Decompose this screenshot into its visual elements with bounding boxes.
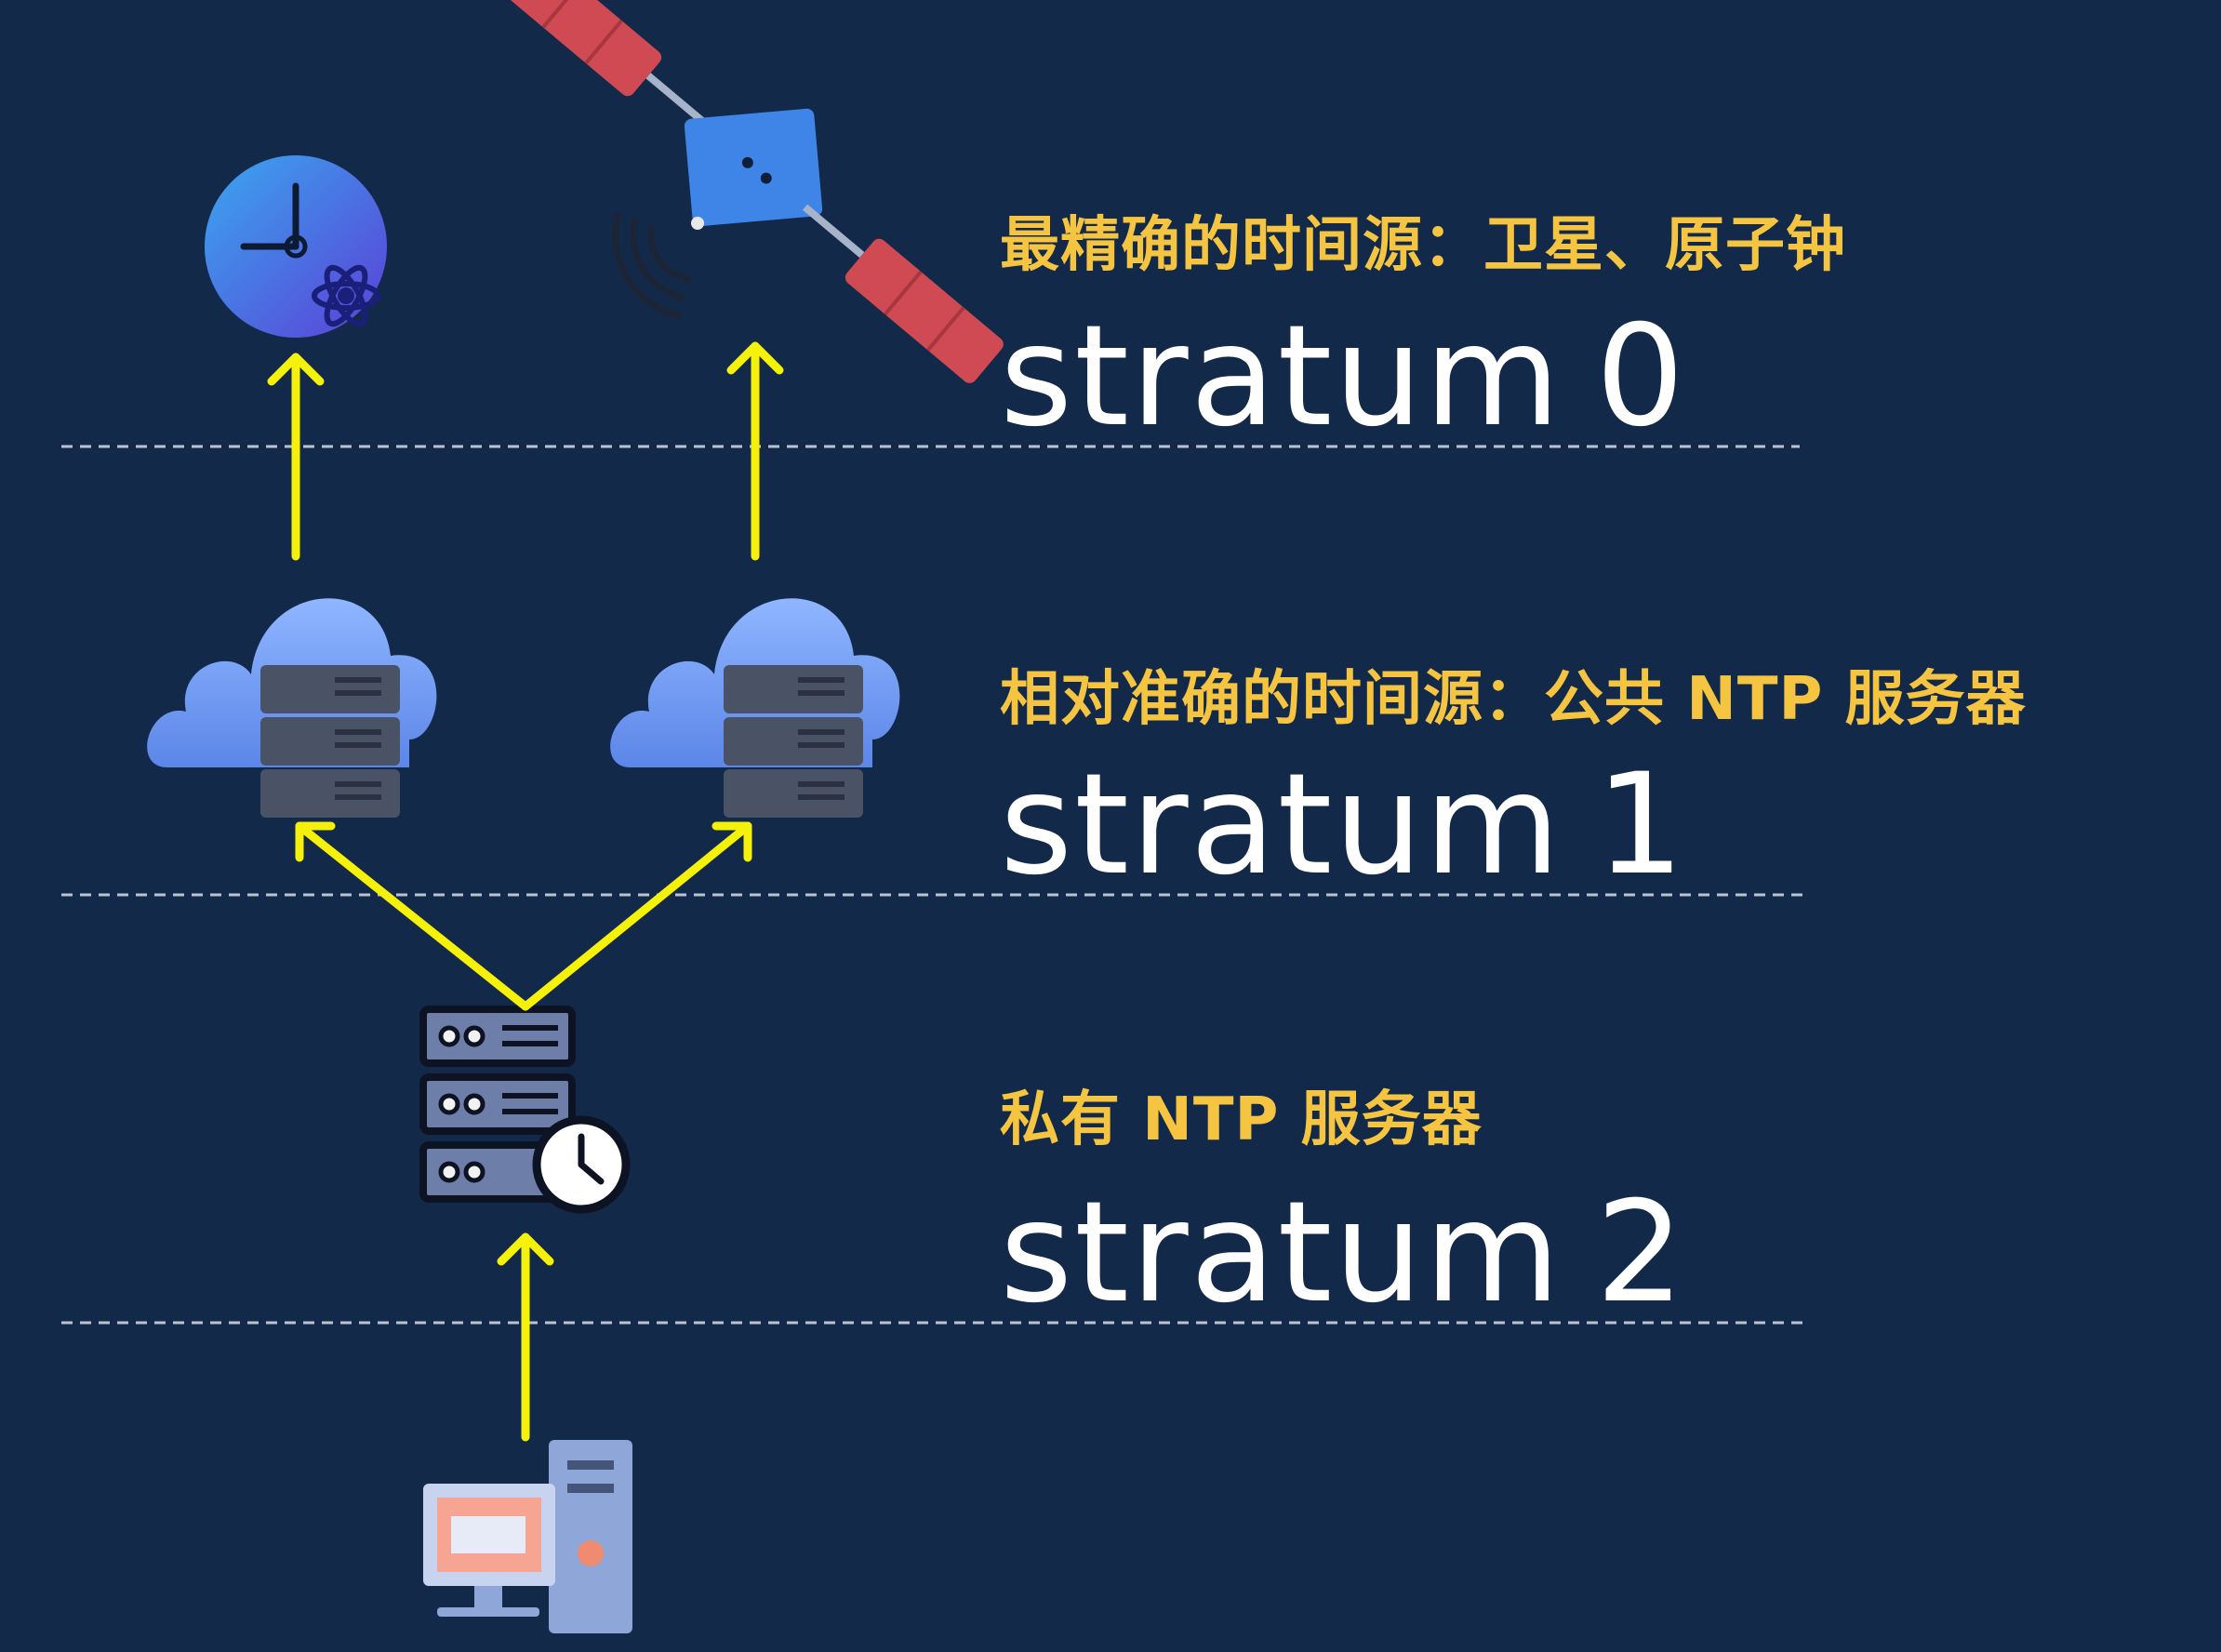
stratum-1-number: 1 (1595, 744, 1686, 906)
stratum-2-description: 私有 NTP 服务器 (1000, 1086, 1483, 1154)
stratum-2-number: 2 (1595, 1172, 1686, 1334)
stratum-0-word: stratum (1000, 296, 1563, 458)
stratum-0-description: 最精确的时间源：卫星、原子钟 (1000, 211, 1846, 280)
stratum-1-word: stratum (1000, 744, 1563, 906)
stratum-0-number: 0 (1595, 296, 1686, 458)
signal-waves-icon (612, 212, 704, 320)
server-clock-icon (419, 1006, 631, 1214)
arrow-server-to-cloud-right (521, 821, 752, 1011)
arrows (267, 341, 784, 1442)
desktop-computer-icon (423, 1440, 632, 1633)
stratum-1-description: 相对准确的时间源：公共 NTP 服务器 (1000, 665, 2027, 734)
arrow-server-to-cloud-left (295, 821, 530, 1011)
stratum-2-title: stratum 2 (1000, 1183, 1686, 1323)
cloud-server-icon-left (147, 598, 437, 818)
atomic-clock-icon (205, 155, 387, 338)
stratum-0-title: stratum 0 (1000, 307, 1686, 446)
cloud-server-icon-right (610, 598, 900, 818)
stratum-2-word: stratum (1000, 1172, 1563, 1334)
stratum-1-title: stratum 1 (1000, 755, 1686, 895)
